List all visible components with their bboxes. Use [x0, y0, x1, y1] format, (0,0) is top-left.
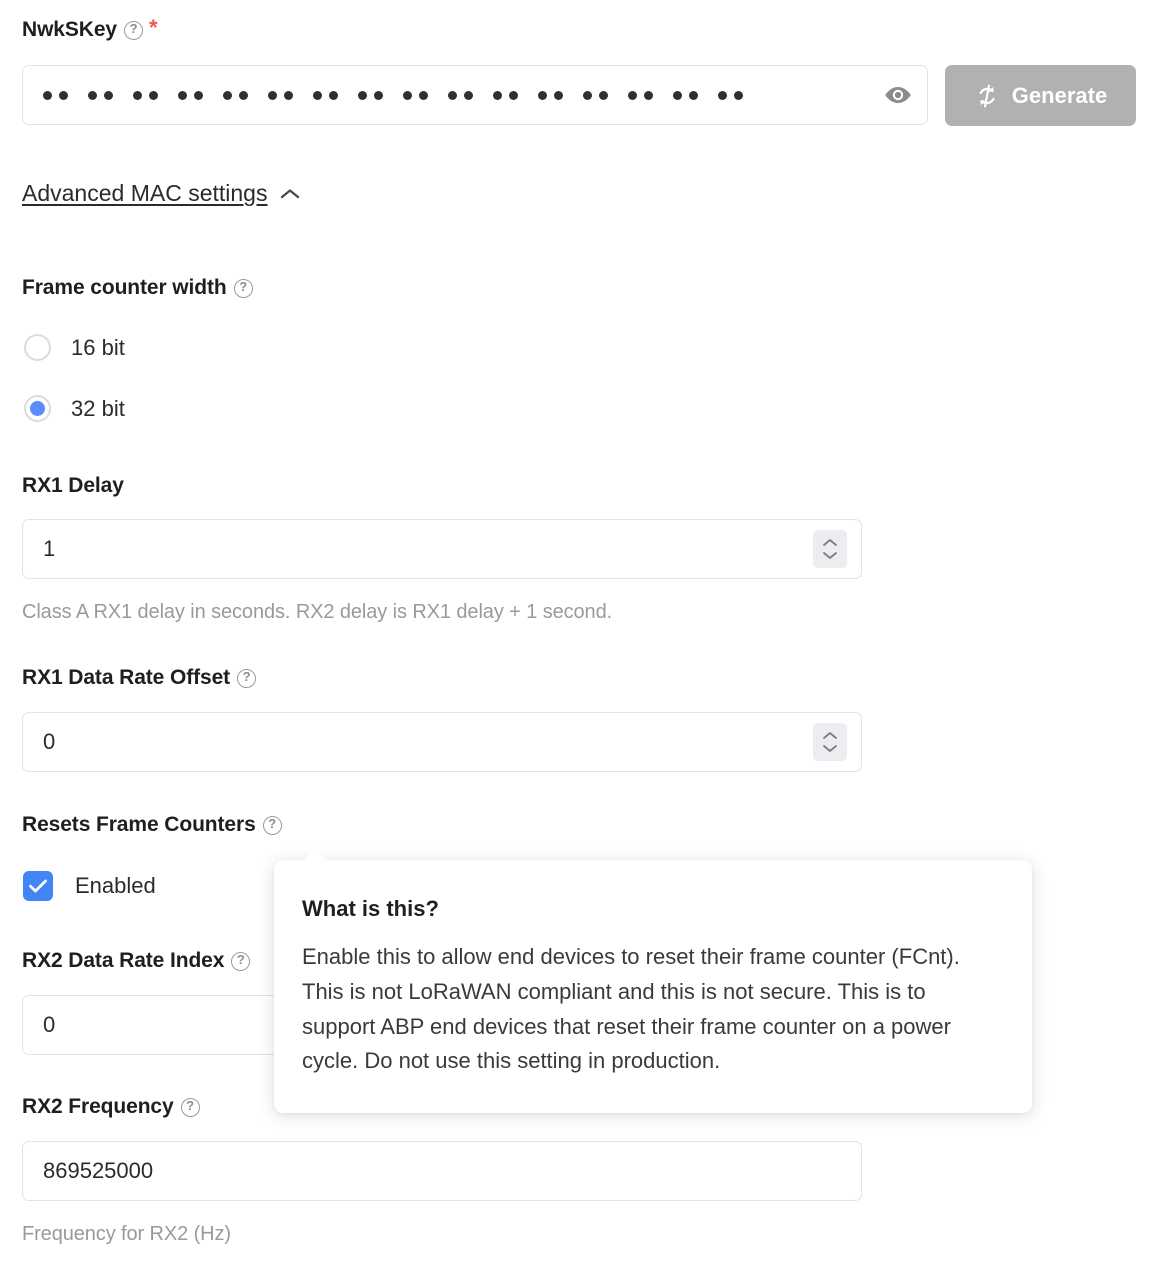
question-circle-icon[interactable]: ? [124, 20, 144, 40]
rx2-data-rate-index-label: RX2 Data Rate Index ? [22, 949, 251, 973]
rx1-data-rate-offset-value: 0 [43, 729, 56, 754]
nwkskey-label-text: NwkSKey [22, 18, 118, 41]
question-circle-icon[interactable]: ? [262, 815, 282, 835]
masked-pair [628, 90, 653, 100]
rx2-frequency-label-text: RX2 Frequency [22, 1095, 174, 1118]
tooltip-title: What is this? [302, 896, 439, 921]
masked-pair [493, 90, 518, 100]
required-asterisk: * [149, 15, 158, 40]
masked-pair [583, 90, 608, 100]
masked-pair [268, 90, 293, 100]
advanced-mac-settings-form: NwkSKey ? * Generate Advanced MAC settin… [0, 0, 1154, 1272]
frame-counter-width-option-32bit[interactable]: 32 bit [24, 395, 125, 422]
masked-pair [673, 90, 698, 100]
rx1-delay-label: RX1 Delay [22, 474, 124, 498]
masked-pair [538, 90, 563, 100]
nwkskey-masked-value [43, 90, 883, 100]
resets-frame-counters-label-text: Resets Frame Counters [22, 813, 256, 836]
help-tooltip-popover: What is this? Enable this to allow end d… [274, 860, 1032, 1113]
rx1-delay-input[interactable]: 1 [22, 519, 862, 579]
chevron-up-icon[interactable] [822, 538, 838, 547]
question-circle-icon[interactable]: ? [233, 278, 253, 298]
rx1-data-rate-offset-stepper[interactable] [813, 723, 847, 761]
rx2-frequency-helper-text: Frequency for RX2 (Hz) [22, 1223, 231, 1245]
masked-pair [448, 90, 473, 100]
masked-pair [718, 90, 743, 100]
generate-button[interactable]: Generate [945, 65, 1136, 126]
masked-pair [88, 90, 113, 100]
rx2-frequency-label: RX2 Frequency ? [22, 1095, 200, 1119]
eye-icon[interactable] [883, 84, 913, 106]
check-icon [29, 879, 47, 893]
radio-32bit[interactable] [24, 395, 51, 422]
masked-pair [133, 90, 158, 100]
nwkskey-input[interactable] [22, 65, 928, 125]
radio-16bit-label: 16 bit [71, 334, 125, 360]
masked-pair [358, 90, 383, 100]
rx1-delay-label-text: RX1 Delay [22, 474, 124, 497]
frame-counter-width-label-text: Frame counter width [22, 276, 227, 299]
radio-16bit[interactable] [24, 334, 51, 361]
frame-counter-width-option-16bit[interactable]: 16 bit [24, 334, 125, 361]
resets-frame-counters-checkbox-label: Enabled [75, 873, 156, 898]
masked-pair [178, 90, 203, 100]
rx1-data-rate-offset-input[interactable]: 0 [22, 712, 862, 772]
rx2-data-rate-index-label-text: RX2 Data Rate Index [22, 949, 225, 972]
rx1-delay-value: 1 [43, 536, 56, 561]
question-circle-icon[interactable]: ? [180, 1097, 200, 1117]
chevron-down-icon[interactable] [822, 744, 838, 753]
refresh-cycle-icon [979, 84, 995, 107]
masked-pair [403, 90, 428, 100]
resets-frame-counters-checkbox-row[interactable]: Enabled [23, 871, 156, 901]
radio-32bit-label: 32 bit [71, 395, 125, 421]
rx1-data-rate-offset-label-text: RX1 Data Rate Offset [22, 666, 231, 689]
question-circle-icon[interactable]: ? [231, 951, 251, 971]
nwkskey-label: NwkSKey ? * [22, 15, 158, 42]
chevron-up-icon[interactable] [822, 731, 838, 740]
rx1-delay-stepper[interactable] [813, 530, 847, 568]
masked-pair [43, 90, 68, 100]
masked-pair [223, 90, 248, 100]
tooltip-body: Enable this to allow end devices to rese… [302, 944, 960, 1074]
resets-frame-counters-checkbox[interactable] [23, 871, 53, 901]
masked-pair [313, 90, 338, 100]
advanced-mac-settings-toggle[interactable]: Advanced MAC settings [22, 180, 301, 207]
advanced-mac-settings-label: Advanced MAC settings [22, 180, 268, 206]
rx1-delay-helper-text: Class A RX1 delay in seconds. RX2 delay … [22, 601, 613, 623]
resets-frame-counters-label: Resets Frame Counters ? [22, 813, 282, 837]
question-circle-icon[interactable]: ? [237, 668, 257, 688]
generate-button-label: Generate [1011, 82, 1108, 108]
nwkskey-label-row: NwkSKey ? * [22, 15, 158, 42]
rx2-frequency-value: 869525000 [43, 1158, 154, 1183]
rx2-frequency-input[interactable]: 869525000 [22, 1141, 862, 1201]
frame-counter-width-label: Frame counter width ? [22, 276, 253, 300]
chevron-down-icon[interactable] [822, 551, 838, 560]
rx1-data-rate-offset-label: RX1 Data Rate Offset ? [22, 666, 257, 690]
chevron-up-icon [281, 188, 300, 198]
